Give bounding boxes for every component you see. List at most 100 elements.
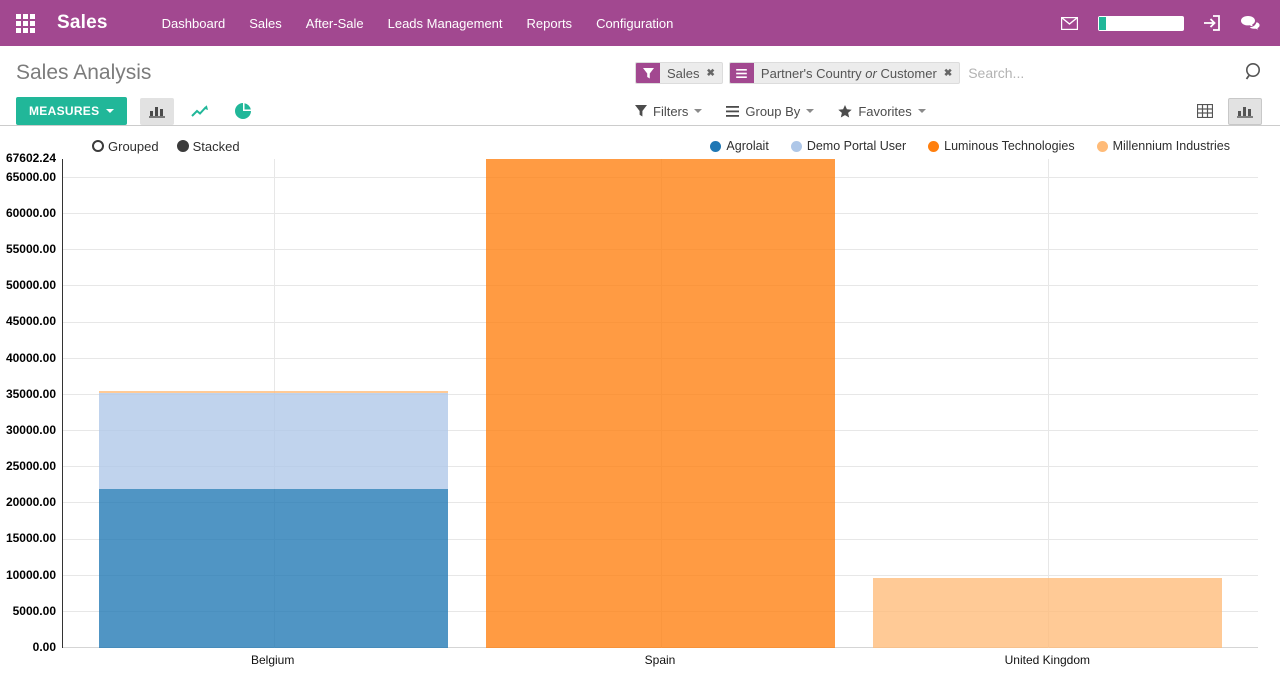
y-tick-label: 5000.00: [13, 604, 56, 618]
legend-item[interactable]: Demo Portal User: [791, 139, 906, 153]
legend-item[interactable]: Agrolait: [710, 139, 768, 153]
bar-chart-button[interactable]: [140, 98, 174, 125]
group-by-label: Group By: [745, 104, 800, 119]
plot-area: [62, 159, 1258, 648]
nav-menu-item[interactable]: Reports: [515, 16, 585, 31]
facet-label: Sales: [660, 63, 707, 83]
measures-button[interactable]: MEASURES: [16, 97, 127, 125]
bar-segment[interactable]: [99, 393, 447, 488]
star-icon: [838, 105, 852, 118]
graph-view-button[interactable]: [1228, 98, 1262, 125]
search-facet: Sales✖: [635, 62, 723, 84]
y-tick-label: 50000.00: [6, 278, 56, 292]
category-band: [854, 159, 1241, 648]
search-options: Filters Group By Favorites: [635, 104, 926, 119]
search-icon[interactable]: [1235, 62, 1262, 84]
search-facets: Sales✖Partner's Country or Customer✖: [635, 62, 966, 84]
legend-item[interactable]: Luminous Technologies: [928, 139, 1074, 153]
filters-dropdown[interactable]: Filters: [635, 104, 702, 119]
chart-legend: Agrolait Demo Portal User Luminous Technol…: [710, 139, 1230, 153]
facet-remove-icon[interactable]: ✖: [944, 63, 959, 83]
nav-menu-item[interactable]: Leads Management: [376, 16, 515, 31]
facet-remove-icon[interactable]: ✖: [707, 63, 722, 83]
list-icon: [726, 106, 739, 117]
bar-segment[interactable]: [99, 391, 447, 393]
gridline: [1048, 159, 1049, 648]
line-chart-button[interactable]: [183, 98, 217, 125]
x-axis: BelgiumSpainUnited Kingdom: [79, 648, 1241, 670]
app-brand[interactable]: Sales: [57, 12, 108, 34]
login-icon[interactable]: [1204, 15, 1221, 31]
group-by-dropdown[interactable]: Group By: [726, 104, 814, 119]
control-panel: Sales Analysis Sales✖Partner's Country o…: [0, 46, 1280, 126]
favorites-label: Favorites: [858, 104, 911, 119]
category-band: [80, 159, 467, 648]
pivot-view-button[interactable]: [1188, 98, 1222, 125]
filter-icon: [635, 105, 647, 117]
chart-section: Grouped Stacked Agrolait Demo Portal User L…: [0, 133, 1280, 670]
legend-dot-icon: [710, 141, 721, 152]
y-tick-label: 20000.00: [6, 495, 56, 509]
search-input[interactable]: [966, 64, 1235, 82]
stacked-bar-belgium: [99, 391, 447, 648]
facet-label: Partner's Country or Customer: [754, 63, 944, 83]
user-menu[interactable]: [1098, 16, 1184, 31]
y-tick-label: 45000.00: [6, 314, 56, 328]
top-navbar: Sales DashboardSalesAfter-SaleLeads Mana…: [0, 0, 1280, 46]
navbar-right: [1061, 15, 1260, 31]
y-tick-label: 25000.00: [6, 459, 56, 473]
chevron-down-icon: [918, 109, 926, 113]
view-switcher: [1188, 98, 1262, 125]
radio-icon: [177, 140, 189, 152]
list-icon: [730, 63, 754, 83]
legend-dot-icon: [928, 141, 939, 152]
x-tick-label: Spain: [466, 653, 853, 667]
chat-icon[interactable]: [1241, 16, 1260, 31]
y-axis: 0.005000.0010000.0015000.0020000.0025000…: [0, 159, 58, 648]
y-tick-label: 15000.00: [6, 531, 56, 545]
measures-label: MEASURES: [29, 104, 99, 118]
chevron-down-icon: [806, 109, 814, 113]
filter-icon: [636, 63, 660, 83]
plot-bands: [80, 159, 1241, 648]
search-bar: Sales✖Partner's Country or Customer✖: [635, 62, 1262, 84]
category-band: [467, 159, 854, 648]
page-title: Sales Analysis: [16, 61, 151, 85]
chart-type-switcher: [140, 98, 260, 125]
pie-chart-button[interactable]: [226, 98, 260, 125]
mode-radio-stacked[interactable]: Stacked: [177, 139, 240, 154]
apps-grid-icon[interactable]: [16, 14, 35, 33]
y-tick-label: 65000.00: [6, 170, 56, 184]
legend-item[interactable]: Millennium Industries: [1097, 139, 1230, 153]
search-facet: Partner's Country or Customer✖: [729, 62, 960, 84]
y-tick-label: 0.00: [33, 640, 56, 654]
nav-menu-item[interactable]: Dashboard: [150, 16, 238, 31]
chart-mode-options: Grouped Stacked: [92, 139, 240, 154]
nav-menu-item[interactable]: After-Sale: [294, 16, 376, 31]
favorites-dropdown[interactable]: Favorites: [838, 104, 925, 119]
y-tick-label: 40000.00: [6, 351, 56, 365]
chevron-down-icon: [106, 109, 114, 113]
bar-segment[interactable]: [873, 578, 1221, 648]
radio-icon: [92, 140, 104, 152]
y-tick-label: 10000.00: [6, 568, 56, 582]
chevron-down-icon: [694, 109, 702, 113]
y-tick-label: 55000.00: [6, 242, 56, 256]
y-tick-label: 35000.00: [6, 387, 56, 401]
mode-radio-grouped[interactable]: Grouped: [92, 139, 159, 154]
nav-menu-item[interactable]: Sales: [237, 16, 294, 31]
bar-segment[interactable]: [486, 159, 834, 648]
user-status-accent: [1099, 17, 1106, 30]
y-tick-label: 30000.00: [6, 423, 56, 437]
y-tick-label: 60000.00: [6, 206, 56, 220]
stacked-bar-united-kingdom: [873, 578, 1221, 648]
x-tick-label: United Kingdom: [854, 653, 1241, 667]
nav-menu-item[interactable]: Configuration: [584, 16, 685, 31]
messages-envelope-icon[interactable]: [1061, 17, 1078, 30]
x-tick-label: Belgium: [79, 653, 466, 667]
stacked-bar-spain: [486, 159, 834, 648]
legend-dot-icon: [1097, 141, 1108, 152]
bar-segment[interactable]: [99, 489, 447, 648]
y-max-label: 67602.24: [6, 151, 56, 165]
legend-dot-icon: [791, 141, 802, 152]
